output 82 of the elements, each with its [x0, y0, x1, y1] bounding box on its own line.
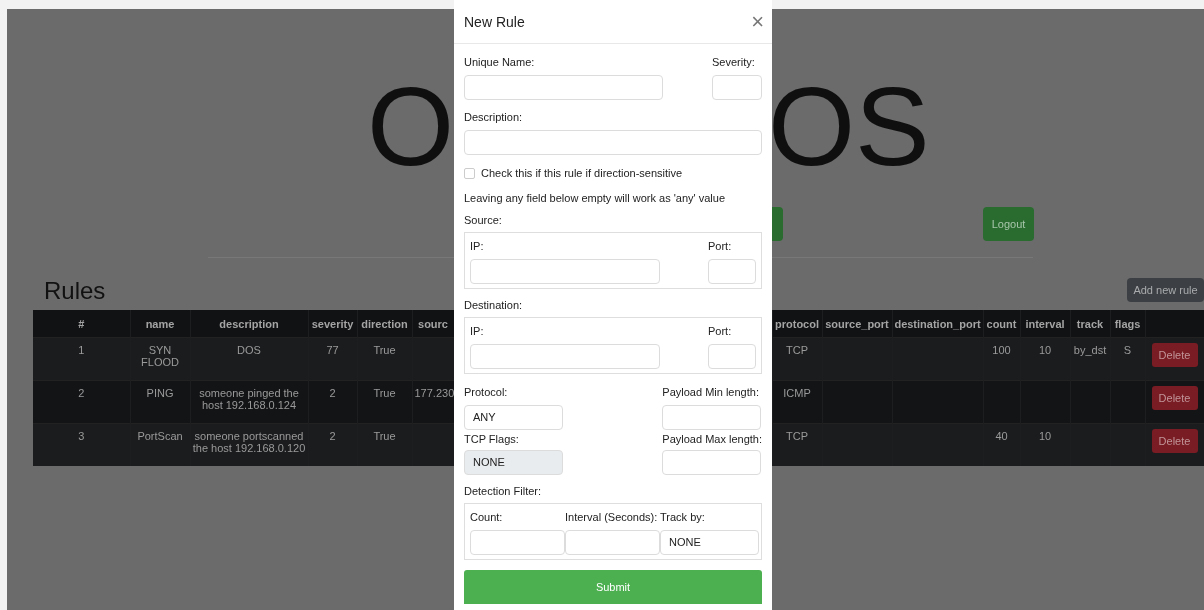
table-cell: PortScan — [137, 430, 183, 442]
column-header: track — [1076, 317, 1104, 330]
field-label: Description: — [464, 111, 523, 123]
table-cell: TCP — [786, 344, 808, 356]
column-header: description — [219, 317, 279, 330]
add-rule-button[interactable]: Add new rule — [1127, 278, 1204, 302]
checkbox[interactable] — [464, 167, 475, 179]
delete-button[interactable]: Delete — [1151, 386, 1198, 410]
page-title: OS — [768, 71, 930, 183]
table-cell: 177.230 — [414, 387, 455, 399]
table-cell: ICMP — [783, 387, 811, 399]
description-input[interactable] — [464, 130, 762, 155]
delete-button[interactable]: Delete — [1151, 429, 1198, 453]
severity-input[interactable] — [712, 75, 762, 100]
table-cell: 100 — [992, 344, 1011, 356]
column-header: interval — [1025, 317, 1065, 330]
payload-min-input[interactable] — [662, 405, 762, 430]
page-title: O — [365, 71, 454, 183]
field-label: Interval (Seconds): — [565, 511, 658, 523]
field-label: Port: — [708, 240, 732, 252]
field-label: Unique Name: — [464, 56, 535, 68]
ip-input[interactable] — [470, 259, 660, 284]
table-cell: PING — [146, 387, 174, 399]
column-header: # — [78, 317, 85, 330]
table-cell: True — [373, 344, 396, 356]
table-cell: TCP — [786, 430, 808, 442]
group-label: Destination: — [464, 299, 523, 311]
field-label: IP: — [470, 240, 484, 252]
table-cell: True — [373, 387, 396, 399]
table-cell: 77 — [326, 344, 339, 356]
group-label: Detection Filter: — [464, 485, 542, 497]
column-header: name — [145, 317, 175, 330]
table-cell: DOS — [237, 344, 261, 356]
protocol-select[interactable]: ANY — [464, 405, 563, 430]
payload-max-input[interactable] — [662, 450, 762, 475]
field-label: Protocol: — [464, 386, 508, 398]
table-cell: 2 — [329, 430, 336, 442]
port-input[interactable] — [708, 344, 756, 369]
close-button[interactable]: × — [751, 10, 764, 33]
interval-input[interactable] — [565, 530, 660, 555]
table-cell: SYN FLOOD — [141, 344, 179, 368]
table-cell: S — [1123, 344, 1132, 356]
table-cell: by_dst — [1073, 344, 1107, 356]
field-label: Track by: — [660, 511, 705, 523]
field-label: Count: — [470, 511, 503, 523]
count-input[interactable] — [470, 530, 565, 555]
field-label: IP: — [470, 325, 484, 337]
table-cell: someone pinged the host 192.168.0.124 — [199, 387, 299, 411]
delete-button[interactable]: Delete — [1151, 343, 1198, 367]
table-cell: 10 — [1038, 344, 1052, 356]
table-cell: 3 — [78, 430, 85, 442]
logout-button[interactable]: Logout — [983, 207, 1034, 241]
hint-text: Leaving any field below empty will work as 'any' value — [464, 192, 725, 204]
track-select[interactable]: NONE — [660, 530, 759, 555]
column-header: count — [986, 317, 1017, 330]
group-label: Source: — [464, 214, 502, 226]
table-cell: 1 — [78, 344, 85, 356]
column-header: direction — [361, 317, 408, 330]
table-cell: someone portscanned the host 192.168.0.120 — [192, 430, 306, 454]
column-header: sourc — [418, 317, 448, 330]
table-cell: 40 — [995, 430, 1008, 442]
table-cell: 10 — [1038, 430, 1052, 442]
table-cell: 2 — [78, 387, 85, 399]
column-header: protocol — [775, 317, 819, 330]
section-title: Rules — [44, 277, 106, 305]
field-label: TCP Flags: — [464, 433, 519, 445]
column-header: destination_port — [894, 317, 981, 330]
port-input[interactable] — [708, 259, 756, 284]
name-input[interactable] — [464, 75, 663, 100]
field-label: Payload Max length: — [662, 433, 762, 445]
table-cell: True — [373, 430, 396, 442]
column-header: source_port — [825, 317, 889, 330]
ip-input[interactable] — [470, 344, 660, 369]
checkbox-label: Check this if this rule if direction-sensitive — [481, 167, 683, 179]
dialog-title: New Rule — [464, 13, 525, 30]
field-label: Payload Min length: — [662, 386, 759, 398]
field-label: Port: — [708, 325, 732, 337]
field-label: Severity: — [712, 56, 755, 68]
column-header: flags — [1114, 317, 1141, 330]
table-cell: 2 — [329, 387, 336, 399]
submit-button[interactable]: Submit — [464, 570, 762, 604]
column-header: severity — [311, 317, 354, 330]
